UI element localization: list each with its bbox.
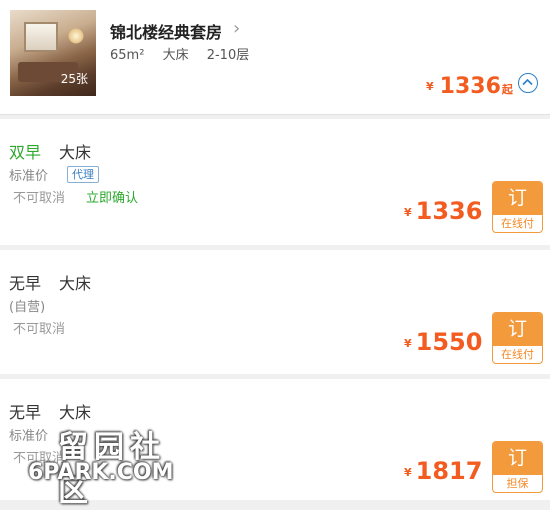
breakfast-label: 无早: [9, 274, 42, 293]
rate-item: 无早 大床 标准价 不可取消 ¥1817 订 担保: [0, 379, 550, 500]
price-value: 1550: [415, 328, 483, 356]
price-value: 1336: [439, 74, 501, 99]
room-header: 25张 锦北楼经典套房 › 65m² 大床 2-10层 ¥1336起: [0, 0, 550, 115]
price-suffix: 起: [501, 83, 513, 96]
room-bed: 大床: [162, 48, 189, 63]
bed-type: 大床: [59, 403, 92, 422]
pay-method: 担保: [506, 477, 529, 490]
book-button[interactable]: 订 担保: [492, 441, 543, 493]
currency-symbol: ¥: [404, 466, 412, 479]
room-from-price: ¥1336起: [426, 74, 513, 99]
currency-symbol: ¥: [404, 206, 412, 219]
cancel-policy: 不可取消: [13, 191, 66, 206]
bed-type: 大床: [59, 143, 92, 162]
breakfast-label: 双早: [9, 143, 42, 162]
pay-method: 在线付: [501, 348, 534, 361]
breakfast-label: 无早: [9, 403, 42, 422]
room-area: 65m²: [110, 48, 145, 63]
cancel-policy: 不可取消: [13, 451, 66, 466]
book-label: 订: [493, 313, 542, 346]
collapse-up-icon[interactable]: [518, 73, 538, 93]
price-value: 1817: [415, 457, 483, 485]
pay-method: 在线付: [501, 217, 534, 230]
book-button[interactable]: 订 在线付: [492, 181, 543, 233]
price-type: 标准价: [9, 429, 49, 444]
rate-price: ¥1550: [404, 328, 482, 356]
cancel-policy: 不可取消: [13, 322, 66, 337]
book-label: 订: [493, 182, 542, 215]
room-title[interactable]: 锦北楼经典套房: [110, 19, 222, 43]
book-button[interactable]: 订 在线付: [492, 312, 543, 364]
rate-price: ¥1817: [404, 457, 482, 485]
rate-item: 双早 大床 标准价 代理 不可取消 立即确认 ¥1336 订 在线付: [0, 119, 550, 245]
price-type: 标准价: [9, 169, 49, 184]
photo-window: [24, 22, 58, 52]
currency-symbol: ¥: [404, 337, 412, 350]
agent-tag: 代理: [67, 166, 99, 183]
book-label: 订: [493, 442, 542, 475]
bed-type: 大床: [59, 274, 92, 293]
currency-symbol: ¥: [426, 80, 434, 93]
price-type: (自营): [9, 300, 46, 315]
chevron-right-icon[interactable]: ›: [233, 18, 240, 39]
price-value: 1336: [415, 197, 483, 225]
rate-price: ¥1336: [404, 197, 482, 225]
rate-item: 无早 大床 (自营) 不可取消 ¥1550 订 在线付: [0, 250, 550, 374]
photo-count: 25张: [60, 72, 88, 86]
photo-lamp: [68, 28, 84, 44]
room-floor: 2-10层: [206, 48, 250, 63]
room-photo[interactable]: 25张: [10, 10, 96, 96]
room-meta: 65m² 大床 2-10层: [110, 44, 263, 63]
instant-confirm: 立即确认: [86, 191, 139, 206]
